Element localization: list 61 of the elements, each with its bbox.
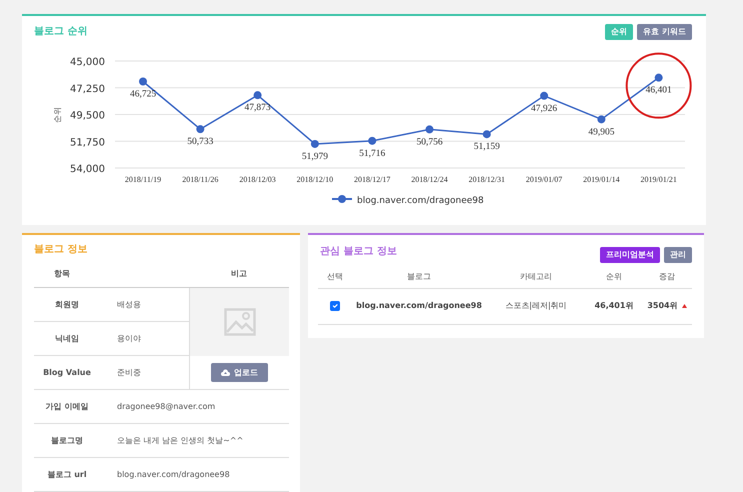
cloud-upload-icon — [221, 368, 230, 376]
card-title: 블로그 순위 — [34, 25, 88, 39]
row-label: 회원명 — [34, 288, 100, 322]
premium-analysis-button[interactable]: 프리미엄분석 — [600, 247, 660, 263]
column-header: 블로그 — [352, 266, 486, 289]
column-header: 카테고리 — [486, 266, 586, 289]
axis-tick-label: 2018/12/17 — [354, 174, 390, 184]
axis-tick-label: 2018/11/26 — [182, 174, 218, 184]
data-label: 51,716 — [359, 148, 386, 158]
tab-button[interactable]: 유효 키워드 — [637, 24, 692, 40]
axis-tick-label: 51,750 — [70, 136, 105, 148]
axis-tick-label: 2019/01/21 — [640, 174, 677, 184]
column-header: 선택 — [318, 266, 352, 289]
column-header: 순위 — [586, 266, 642, 289]
checkbox[interactable] — [330, 301, 340, 312]
table-cell: blog.naver.com/dragonee98 — [352, 288, 486, 325]
axis-tick-label: 2018/12/31 — [468, 174, 506, 184]
data-label: 51,979 — [302, 152, 328, 162]
axis-tick-label: 2018/11/19 — [124, 174, 162, 184]
table-cell: 스포츠|레저|취미 — [486, 288, 586, 325]
manage-button[interactable]: 관리 — [664, 247, 692, 263]
column-header: 증감 — [642, 266, 692, 289]
data-point — [654, 73, 663, 82]
data-label: 50,756 — [416, 137, 443, 148]
axis-tick-label: 54,000 — [70, 164, 105, 175]
row-value: 용이야 — [100, 322, 189, 356]
axis-title: 순위 — [53, 106, 62, 123]
axis-tick-label: 2018/12/03 — [239, 174, 276, 184]
data-label: 47,873 — [244, 102, 271, 113]
axis-tick-label: 45,000 — [70, 56, 105, 68]
column-header: 항목 — [34, 261, 189, 288]
legend-marker — [332, 194, 352, 203]
image-icon — [224, 308, 256, 336]
axis-tick-label: 2018/12/10 — [296, 174, 334, 184]
row-label: 닉네임 — [34, 322, 100, 356]
data-label: 49,905 — [588, 126, 614, 137]
row-label: 블로그명 — [34, 424, 100, 458]
axis-tick-label: 2019/01/07 — [526, 174, 562, 184]
table-cell: 46,401위 — [586, 288, 642, 325]
axis-tick-label: 47,250 — [70, 83, 105, 94]
data-label: 50,733 — [187, 136, 214, 147]
row-value: dragonee98@naver.com — [100, 390, 289, 424]
upload-button[interactable]: 업로드 — [211, 362, 268, 382]
row-label: Blog Value — [34, 356, 100, 390]
axis-tick-label: 2018/12/24 — [411, 174, 448, 184]
tab-button[interactable]: 순위 — [605, 24, 634, 40]
data-label: 46,401 — [646, 85, 672, 96]
row-label: 가입 이메일 — [34, 390, 100, 424]
data-label: 46,725 — [130, 89, 156, 100]
card-title: 블로그 정보 — [33, 243, 88, 257]
row-value: 오늘은 내게 남은 인생의 첫날~^^ — [100, 424, 289, 458]
axis-tick-label: 49,500 — [70, 110, 105, 122]
row-value: blog.naver.com/dragonee98 — [100, 458, 289, 492]
data-label: 47,926 — [531, 103, 558, 114]
change-value: 3504위 — [647, 300, 678, 312]
row-label: 블로그 url — [34, 458, 100, 492]
card-title: 관심 블로그 정보 — [320, 245, 397, 259]
row-value: 준비중 — [100, 356, 189, 390]
data-label: 51,159 — [474, 142, 500, 152]
axis-tick-label: 2019/01/14 — [583, 174, 620, 184]
legend-label: blog.naver.com/dragonee98 — [357, 196, 484, 206]
